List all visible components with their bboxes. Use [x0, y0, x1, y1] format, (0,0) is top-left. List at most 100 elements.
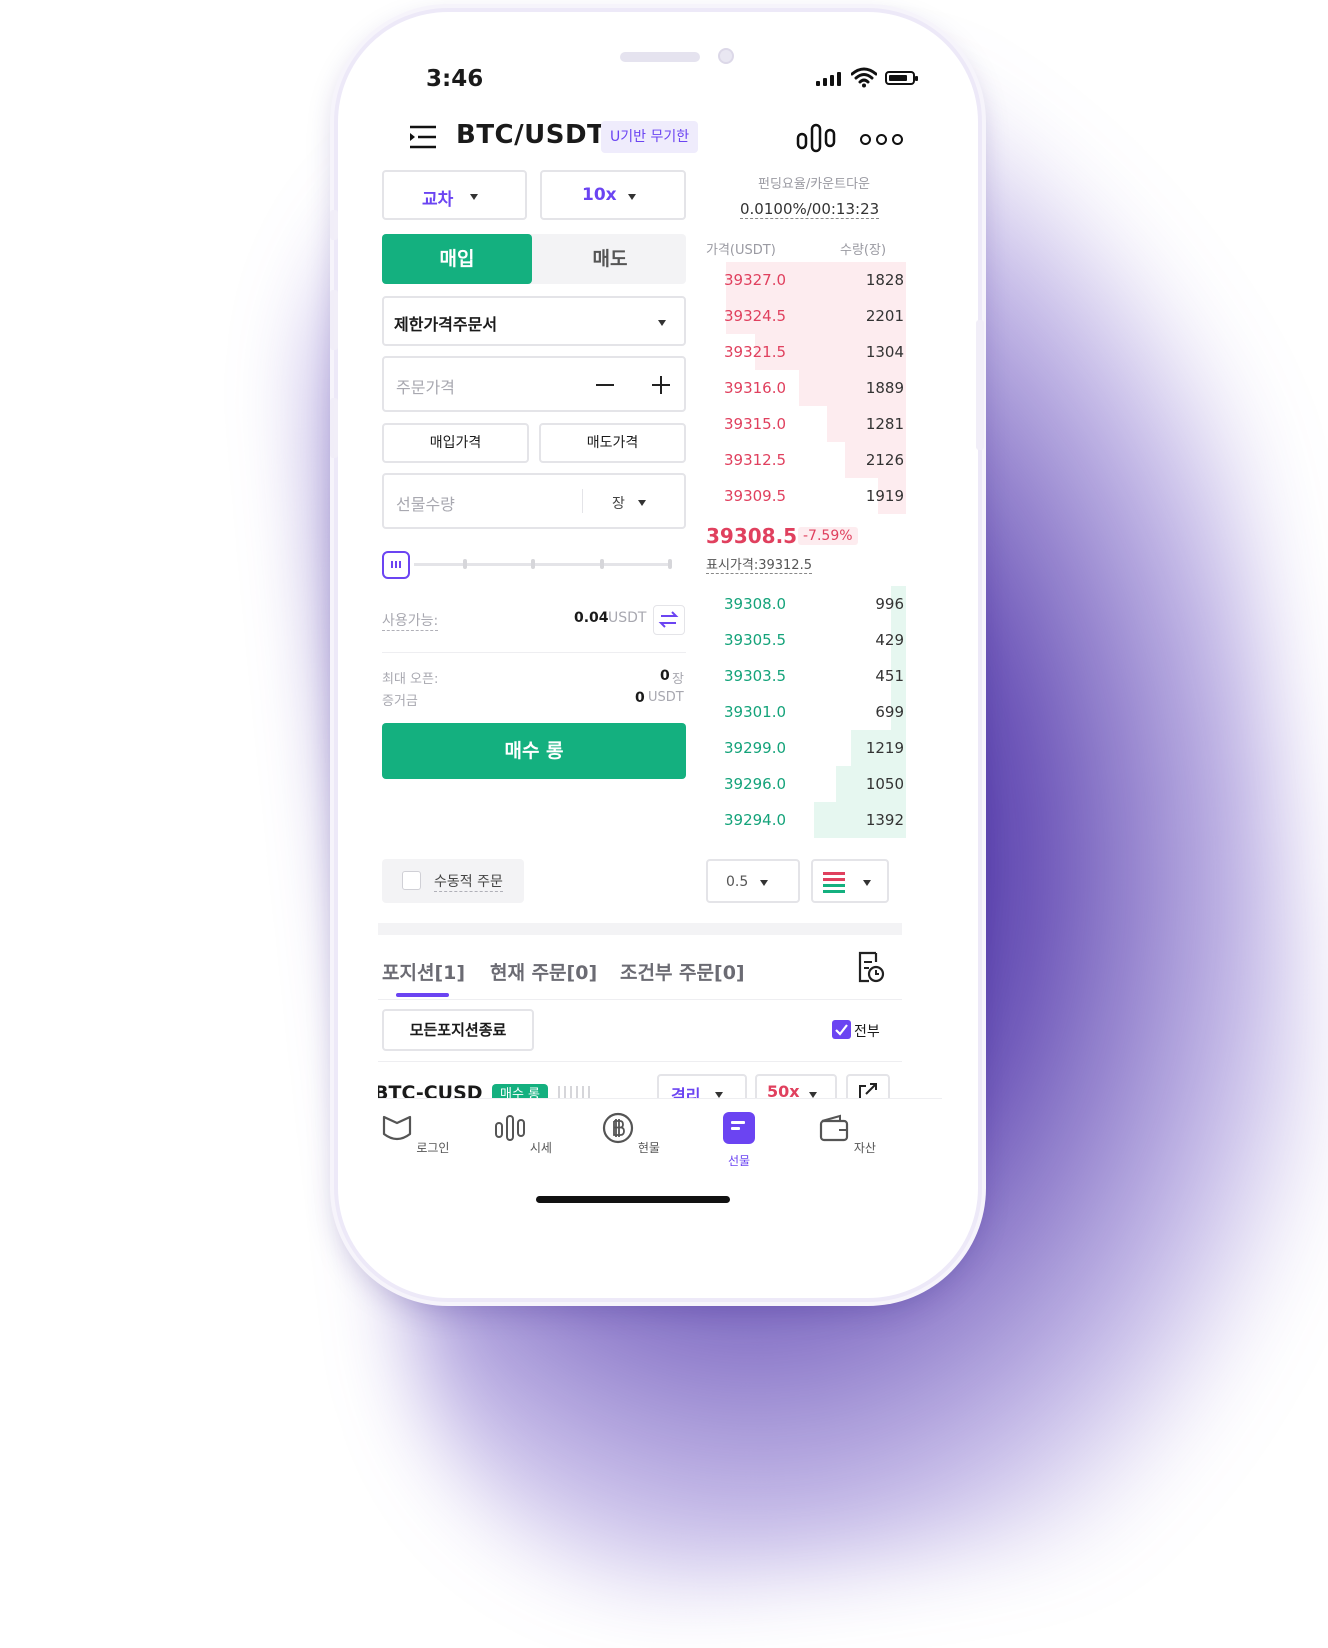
nav-futures[interactable]: 선물 — [704, 1112, 774, 1169]
nav-spot[interactable]: 현물 — [596, 1112, 666, 1156]
ask-price: 39321.5 — [724, 343, 787, 361]
max-open-label: 최대 오픈: — [382, 672, 439, 687]
bid-qty: 1050 — [865, 775, 904, 793]
leverage-select[interactable]: 10x — [540, 170, 686, 220]
available-label[interactable]: 사용가능: — [382, 610, 439, 631]
pair-title[interactable]: BTC/USDT — [456, 120, 605, 150]
menu-icon[interactable] — [408, 124, 438, 150]
bid-row[interactable]: 39303.5 451 — [722, 658, 906, 694]
ask-row[interactable]: 39321.5 1304 — [722, 334, 906, 370]
sell-tab[interactable]: 매도 — [534, 234, 686, 284]
nav-futures-label: 선물 — [727, 1154, 751, 1168]
nav-login[interactable]: 로그인 — [380, 1112, 450, 1156]
mute-switch — [330, 210, 338, 240]
ask-price: 39324.5 — [724, 307, 787, 325]
position-leverage-select[interactable]: 50x — [755, 1074, 837, 1100]
passive-order-toggle[interactable]: 수동적 주문 — [382, 859, 524, 903]
bid-row[interactable]: 39305.5 429 — [722, 622, 906, 658]
ask-row[interactable]: 39315.0 1281 — [722, 406, 906, 442]
tab-open-orders[interactable]: 현재 주문[0] — [490, 958, 597, 985]
funding-label: 펀딩요율/카운트다운 — [758, 177, 871, 192]
margin-value: 0 — [635, 690, 645, 706]
section-separator — [378, 923, 902, 935]
bid-row[interactable]: 39308.0 996 — [722, 586, 906, 622]
tab-conditional-orders[interactable]: 조건부 주문[0] — [620, 958, 745, 985]
orderbook-view-select[interactable] — [811, 859, 889, 903]
position-margin-mode-select[interactable]: 격리 — [657, 1074, 747, 1100]
bid-qty: 1392 — [865, 811, 904, 829]
nav-assets-label: 자산 — [853, 1141, 876, 1155]
slider-track[interactable] — [414, 563, 672, 566]
ask-row[interactable]: 39324.5 2201 — [722, 298, 906, 334]
passive-order-checkbox[interactable] — [402, 871, 421, 890]
divider — [582, 489, 583, 513]
sell-price-button[interactable]: 매도가격 — [539, 423, 686, 463]
bid-qty: 451 — [875, 667, 904, 685]
quantity-placeholder: 선물수량 — [396, 495, 455, 514]
buy-tab[interactable]: 매입 — [382, 234, 532, 284]
volume-down-button — [330, 398, 338, 458]
bid-price: 39308.0 — [724, 595, 787, 613]
divider — [378, 999, 902, 1000]
active-tab-indicator — [396, 993, 449, 997]
signal-icon — [816, 72, 841, 86]
available-unit: USDT — [608, 610, 647, 626]
ask-row[interactable]: 39327.0 1828 — [722, 262, 906, 298]
minus-icon[interactable] — [596, 384, 614, 386]
ask-qty: 1281 — [865, 415, 904, 433]
margin-mode-select[interactable]: 교차 — [382, 170, 527, 220]
slider-tick — [463, 559, 467, 569]
buy-price-button[interactable]: 매입가격 — [382, 423, 529, 463]
slider-handle[interactable] — [382, 551, 410, 579]
change-badge: -7.59% — [798, 527, 858, 545]
quantity-input[interactable]: 선물수량 장 — [382, 473, 686, 529]
available-value: 0.04 — [574, 610, 609, 626]
slider-tick — [668, 559, 672, 569]
ask-qty: 1919 — [865, 487, 904, 505]
battery-icon — [885, 71, 918, 85]
contract-tag: U기반 무기한 — [601, 121, 699, 153]
bid-qty: 699 — [875, 703, 904, 721]
passive-order-label: 수동적 주문 — [434, 871, 503, 892]
home-indicator — [536, 1196, 730, 1203]
max-open-value: 0 — [660, 668, 670, 684]
bid-price: 39305.5 — [724, 631, 787, 649]
max-open-unit: 장 — [672, 672, 684, 687]
bid-price: 39301.0 — [724, 703, 787, 721]
power-button — [976, 320, 984, 450]
quantity-unit[interactable]: 장 — [612, 493, 625, 513]
order-type-select[interactable]: 제한가격주문서 — [382, 296, 686, 346]
bid-price: 39299.0 — [724, 739, 787, 757]
price-input[interactable]: 주문가격 — [382, 356, 686, 412]
ask-row[interactable]: 39312.5 2126 — [722, 442, 906, 478]
bid-row[interactable]: 39294.0 1392 — [722, 802, 906, 838]
nav-assets[interactable]: 자산 — [812, 1112, 882, 1156]
mark-price[interactable]: 표시가격:39312.5 — [706, 554, 812, 574]
speaker — [620, 52, 700, 62]
bid-row[interactable]: 39296.0 1050 — [722, 766, 906, 802]
funding-value[interactable]: 0.0100%/00:13:23 — [740, 200, 880, 219]
nav-spot-label: 현물 — [637, 1141, 660, 1155]
buy-long-button[interactable]: 매수 롱 — [382, 723, 686, 779]
orderbook-price-header: 가격(USDT) — [706, 243, 776, 258]
position-row[interactable]: BTC-CUSD 매수 롱 격리 50x — [378, 1070, 922, 1100]
ask-row[interactable]: 39316.0 1889 — [722, 370, 906, 406]
bid-row[interactable]: 39299.0 1219 — [722, 730, 906, 766]
transfer-icon[interactable] — [653, 605, 685, 635]
order-history-icon[interactable] — [856, 950, 886, 984]
leverage-value: 10x — [582, 185, 617, 205]
all-label: 전부 — [854, 1024, 880, 1040]
more-icon[interactable] — [860, 134, 903, 145]
market-chart-icon — [495, 1115, 526, 1141]
app-screen: 3:46 BTC/USDT U기반 무기한 교차 10x 매입 매도 제한가격주… — [378, 30, 942, 1266]
share-position-icon[interactable] — [846, 1074, 890, 1100]
ask-row[interactable]: 39309.5 1919 — [722, 478, 906, 514]
tab-positions[interactable]: 포지션[1] — [382, 958, 465, 985]
close-all-positions-button[interactable]: 모든포지션종료 — [382, 1009, 534, 1051]
price-placeholder: 주문가격 — [396, 378, 455, 397]
bid-row[interactable]: 39301.0 699 — [722, 694, 906, 730]
nav-market[interactable]: 시세 — [488, 1112, 558, 1156]
depth-step-select[interactable]: 0.5 — [706, 859, 800, 903]
chart-icon[interactable] — [796, 122, 836, 154]
all-checkbox[interactable] — [832, 1020, 851, 1039]
